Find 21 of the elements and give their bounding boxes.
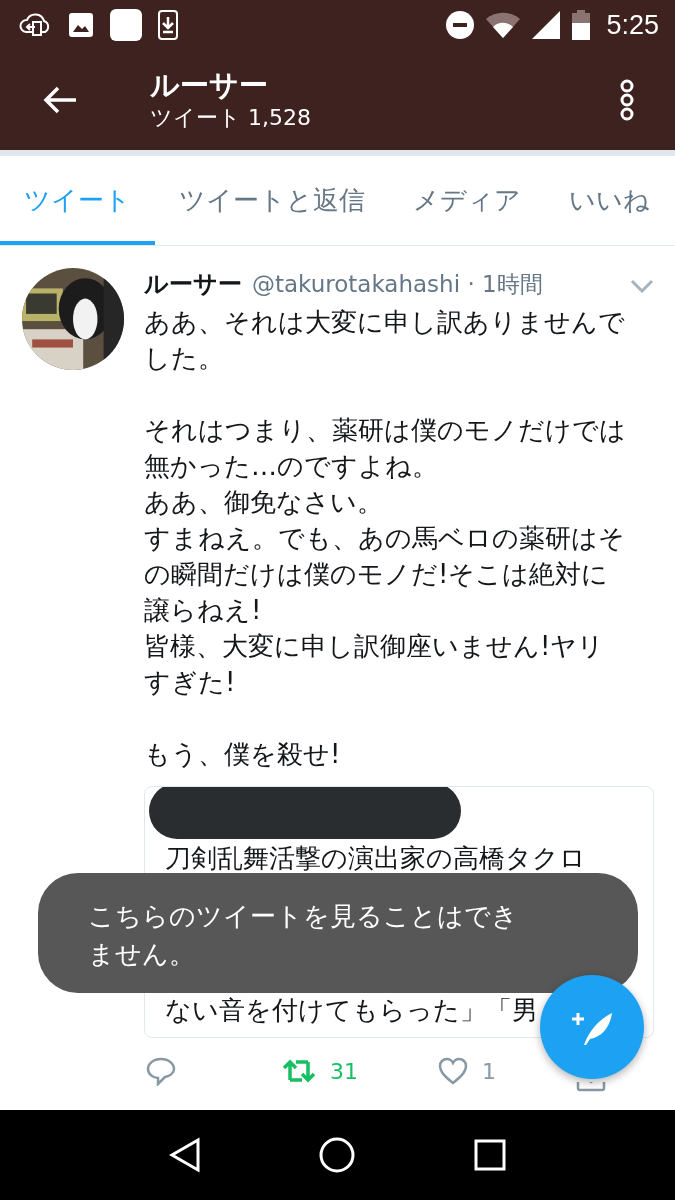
tweet-text-line: 無かった…のですよね。 <box>144 450 439 483</box>
tweet-text-line: の瞬間だけは僕のモノだ!そこは絶対に <box>144 558 610 591</box>
tweet-text-line: もう、僕を殺せ! <box>144 738 342 771</box>
tweet-text-line: それはつまり、薬研は僕のモノだけでは <box>144 414 627 447</box>
profile-title: ルーサー <box>150 67 269 103</box>
tweet-text-line: 皆様、大変に申し訳御座いません!ヤリ <box>144 630 606 663</box>
author-handle: @takurotakahashi · 1時間 <box>252 270 543 299</box>
clock: 5:25 <box>606 9 659 41</box>
retweet-count: 31 <box>330 1058 358 1084</box>
tweet-count: ツイート 1,528 <box>150 104 312 132</box>
tweet-text-line: 譲らねえ! <box>144 594 263 627</box>
author-name: ルーサー <box>144 269 242 300</box>
tweet-text-line: ああ、御免なさい。 <box>144 486 384 519</box>
tweet-text-line: すまねえ。でも、あの馬ベロの薬研はそ <box>144 522 626 555</box>
quoted-text-line: ない音を付けてもらった」「男 <box>165 994 538 1027</box>
tweet-text-line: した。 <box>144 342 225 375</box>
message-toast: こちらのツイートを見ることはできません。 <box>38 873 638 993</box>
tweet-text-line: ああ、それは大変に申し訳ありませんで <box>144 306 626 339</box>
quoted-text-line: 刀剣乱舞活撃の演出家の高橋タクロ <box>165 842 586 875</box>
like-count: 1 <box>482 1058 496 1084</box>
tweet-text-line: すぎた! <box>144 666 237 699</box>
